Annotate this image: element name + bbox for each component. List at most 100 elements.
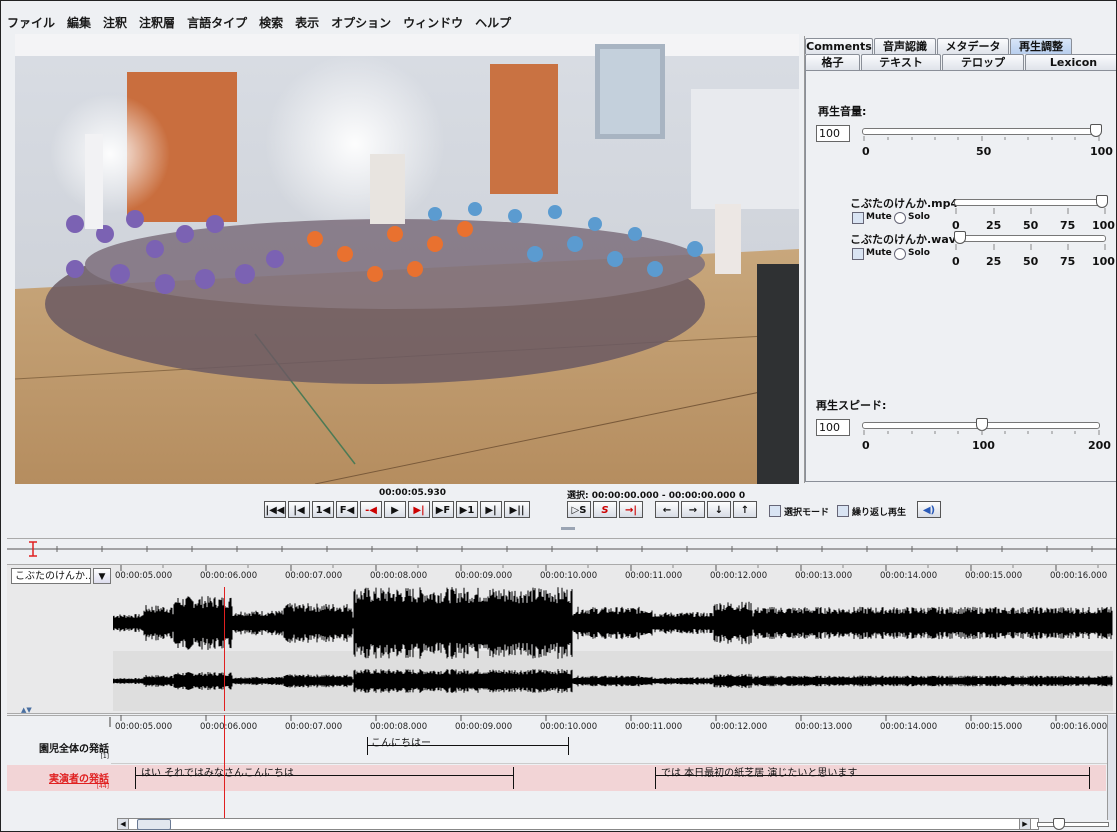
overview-ruler[interactable] bbox=[7, 538, 1116, 559]
vertical-scrollbar[interactable] bbox=[1107, 715, 1116, 820]
tier-count-children: [1] bbox=[100, 753, 110, 760]
volume-ticks bbox=[863, 136, 1100, 141]
video-frame-image bbox=[15, 34, 799, 484]
annotation-text[interactable]: はい それではみなさんこんにちは bbox=[141, 764, 294, 779]
tab-grid[interactable]: 格子 bbox=[805, 54, 860, 70]
menu-view[interactable]: 表示 bbox=[295, 14, 319, 31]
annotation-above-button[interactable]: ↑ bbox=[733, 501, 757, 518]
speed-label: 再生スピード: bbox=[816, 399, 887, 412]
next-scrollview-button[interactable]: ▶| bbox=[480, 501, 502, 518]
tab-speech-recognition[interactable]: 音声認識 bbox=[874, 38, 936, 54]
track-mp4-mute-label: Mute bbox=[866, 212, 892, 222]
collapse-arrows-icon[interactable]: ▲▼ bbox=[21, 706, 32, 714]
annotation-below-button[interactable]: ↓ bbox=[707, 501, 731, 518]
splitter-grip[interactable] bbox=[561, 527, 575, 530]
track-wav-scale-100: 100 bbox=[1092, 255, 1115, 268]
speed-scale-0: 0 bbox=[862, 439, 870, 452]
go-to-start-button[interactable]: |◀◀ bbox=[264, 501, 286, 518]
next-frame-button[interactable]: ▶F bbox=[432, 501, 454, 518]
next-pixel-button[interactable]: ▶| bbox=[408, 501, 430, 518]
zoom-slider-thumb[interactable] bbox=[1053, 818, 1065, 830]
tab-text[interactable]: テキスト bbox=[861, 54, 941, 70]
horizontal-scrollbar[interactable] bbox=[117, 818, 1039, 830]
tab-lexicon[interactable]: Lexicon bbox=[1025, 54, 1116, 70]
menu-options[interactable]: オプション bbox=[331, 14, 391, 31]
tier-row-children[interactable] bbox=[111, 735, 1111, 764]
menu-window[interactable]: ウィンドウ bbox=[403, 14, 463, 31]
track-mp4-scale-100: 100 bbox=[1092, 219, 1115, 232]
track-wav-name: こぶたのけんか.wav bbox=[850, 233, 956, 246]
volume-scale-50: 50 bbox=[976, 145, 992, 158]
selection-mode-checkbox[interactable] bbox=[769, 505, 781, 517]
tab-row-2: 格子 テキスト テロップ Lexicon bbox=[805, 54, 1116, 70]
speed-value-field[interactable]: 100 bbox=[816, 419, 850, 436]
loop-play-label: 繰り返し再生 bbox=[852, 508, 907, 518]
current-time-display: 00:00:05.930 bbox=[379, 488, 446, 498]
track-mp4-volume-slider[interactable] bbox=[954, 199, 1106, 206]
volume-speaker-icon[interactable]: ◀) bbox=[917, 501, 941, 518]
previous-annotation-button[interactable]: ← bbox=[655, 501, 679, 518]
annotation-tiers: 00:00:05.000 00:00:06.000 00:00:07.000 0… bbox=[7, 715, 1116, 831]
track-wav-solo-radio[interactable] bbox=[894, 248, 906, 260]
next-annotation-button[interactable]: → bbox=[681, 501, 705, 518]
chevron-down-icon[interactable]: ▼ bbox=[93, 568, 111, 584]
tier-name-children[interactable]: 園児全体の発話 bbox=[9, 740, 109, 755]
zoom-slider[interactable] bbox=[1037, 822, 1109, 827]
track-wav-scale-50: 50 bbox=[1023, 255, 1039, 268]
wave-time-label: 00:00:06.000 bbox=[200, 571, 258, 581]
loop-play-checkbox[interactable] bbox=[837, 505, 849, 517]
track-wav-mute-checkbox[interactable] bbox=[852, 248, 864, 260]
track-mp4-mute-checkbox[interactable] bbox=[852, 212, 864, 224]
wave-time-label: 00:00:07.000 bbox=[285, 571, 343, 581]
annotation-text[interactable]: こんにちはー bbox=[371, 734, 431, 749]
menu-language-type[interactable]: 言語タイプ bbox=[187, 14, 247, 31]
waveform-viewer[interactable]: こぶたのけんか.... ▼ 00:00:05.000 00:00:06.000 … bbox=[7, 564, 1116, 714]
video-viewer[interactable] bbox=[15, 34, 799, 484]
volume-slider[interactable] bbox=[862, 128, 1100, 135]
play-selection-button[interactable]: ▷S bbox=[567, 501, 591, 518]
wave-time-label: 00:00:12.000 bbox=[710, 571, 768, 581]
menu-tier[interactable]: 注釈層 bbox=[139, 14, 175, 31]
track-mp4-scale-75: 75 bbox=[1060, 219, 1076, 232]
previous-second-button[interactable]: 1◀ bbox=[312, 501, 334, 518]
menu-annotation[interactable]: 注釈 bbox=[103, 14, 127, 31]
menu-bar: ファイル 編集 注釈 注釈層 言語タイプ 検索 表示 オプション ウィンドウ ヘ… bbox=[7, 11, 511, 33]
tab-comments[interactable]: Comments bbox=[805, 38, 873, 54]
track-wav-volume-slider[interactable] bbox=[954, 235, 1106, 242]
menu-help[interactable]: ヘルプ bbox=[475, 14, 511, 31]
track-wav-mute-label: Mute bbox=[866, 248, 892, 258]
volume-value-field[interactable]: 100 bbox=[816, 125, 850, 142]
tab-playback-control[interactable]: 再生調整 bbox=[1010, 38, 1072, 54]
app-window: ファイル 編集 注釈 注釈層 言語タイプ 検索 表示 オプション ウィンドウ ヘ… bbox=[0, 0, 1117, 832]
selection-mode-label: 選択モード bbox=[784, 508, 830, 518]
tier-time-label: 00:00:11.000 bbox=[625, 722, 683, 732]
horizontal-scroll-thumb[interactable] bbox=[137, 819, 171, 830]
tab-subtitle[interactable]: テロップ bbox=[942, 54, 1024, 70]
track-mp4-slider-thumb[interactable] bbox=[1096, 195, 1108, 208]
tier-time-label: 00:00:09.000 bbox=[455, 722, 513, 732]
previous-scrollview-button[interactable]: |◀ bbox=[288, 501, 310, 518]
scroll-right-icon[interactable]: ▶ bbox=[1019, 818, 1031, 830]
menu-edit[interactable]: 編集 bbox=[67, 14, 91, 31]
wave-time-label: 00:00:16.000 bbox=[1050, 571, 1108, 581]
next-second-button[interactable]: ▶1 bbox=[456, 501, 478, 518]
go-to-end-button[interactable]: ▶|| bbox=[504, 501, 530, 518]
track-wav-slider-thumb[interactable] bbox=[954, 231, 966, 244]
tab-metadata[interactable]: メタデータ bbox=[937, 38, 1009, 54]
clear-selection-button[interactable]: S bbox=[593, 501, 617, 518]
to-selection-end-button[interactable]: →| bbox=[619, 501, 643, 518]
media-file-select[interactable]: こぶたのけんか.... bbox=[11, 568, 91, 584]
volume-label: 再生音量: bbox=[818, 105, 867, 118]
annotation-boundary bbox=[1089, 767, 1090, 789]
tier-time-label: 00:00:13.000 bbox=[795, 722, 853, 732]
annotation-text[interactable]: では 本日最初の紙芝居 演じたいと思います bbox=[661, 764, 857, 779]
previous-frame-button[interactable]: F◀ bbox=[336, 501, 358, 518]
scroll-left-icon[interactable]: ◀ bbox=[117, 818, 129, 830]
waveform-channel-1 bbox=[113, 587, 1113, 659]
menu-file[interactable]: ファイル bbox=[7, 14, 55, 31]
previous-pixel-button[interactable]: -◀ bbox=[360, 501, 382, 518]
track-mp4-solo-radio[interactable] bbox=[894, 212, 906, 224]
menu-search[interactable]: 検索 bbox=[259, 14, 283, 31]
play-pause-button[interactable]: ▶ bbox=[384, 501, 406, 518]
playhead-line bbox=[224, 587, 225, 711]
